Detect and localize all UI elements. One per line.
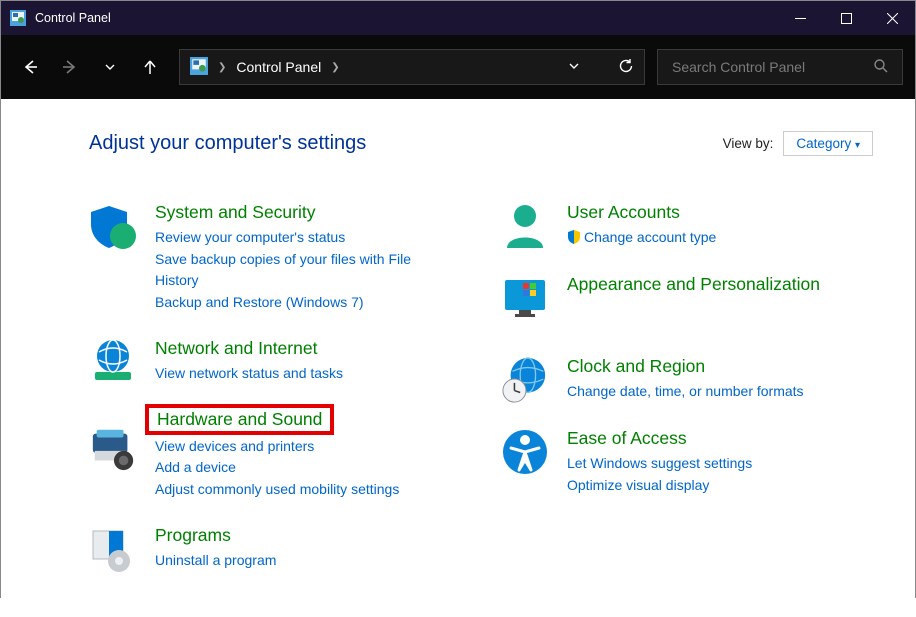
shield-icon: [89, 202, 137, 250]
monitor-icon: [501, 274, 549, 322]
uac-shield-icon: [567, 229, 581, 243]
forward-button[interactable]: [53, 50, 87, 84]
minimize-button[interactable]: [777, 1, 823, 35]
view-by-label: View by:: [723, 136, 774, 151]
programs-icon: [89, 525, 137, 573]
link-uninstall[interactable]: Uninstall a program: [155, 550, 449, 572]
control-panel-icon: [9, 9, 27, 27]
category-title[interactable]: System and Security: [155, 202, 449, 223]
category-hardware: Hardware and Sound View devices and prin…: [89, 404, 449, 501]
link-backup-restore[interactable]: Backup and Restore (Windows 7): [155, 292, 449, 314]
accessibility-icon: [501, 428, 549, 476]
refresh-button[interactable]: [618, 58, 634, 77]
category-network: Network and Internet View network status…: [89, 338, 449, 386]
category-user-accounts: User Accounts Change account type: [501, 202, 861, 250]
link-add-device[interactable]: Add a device: [155, 457, 449, 479]
address-dropdown-icon[interactable]: [568, 59, 580, 75]
link-file-history[interactable]: Save backup copies of your files with Fi…: [155, 249, 449, 292]
highlighted-box: Hardware and Sound: [145, 404, 334, 435]
link-view-devices[interactable]: View devices and printers: [155, 436, 449, 458]
content-area: Adjust your computer's settings View by:…: [1, 99, 915, 617]
category-title[interactable]: Network and Internet: [155, 338, 449, 359]
link-suggest-settings[interactable]: Let Windows suggest settings: [567, 453, 861, 475]
view-by-select[interactable]: Category ▾: [783, 131, 873, 156]
categories-right-column: User Accounts Change account type Appear…: [501, 202, 861, 597]
page-title: Adjust your computer's settings: [89, 132, 366, 155]
category-clock-region: Clock and Region Change date, time, or n…: [501, 356, 861, 404]
category-title[interactable]: Hardware and Sound: [157, 409, 322, 430]
category-programs: Programs Uninstall a program: [89, 525, 449, 573]
category-title[interactable]: Programs: [155, 525, 449, 546]
categories: System and Security Review your computer…: [89, 202, 891, 597]
link-review-status[interactable]: Review your computer's status: [155, 227, 449, 249]
chevron-right-icon[interactable]: ❯: [331, 62, 339, 73]
up-button[interactable]: [133, 50, 167, 84]
address-bar[interactable]: ❯ Control Panel ❯: [179, 49, 645, 85]
categories-left-column: System and Security Review your computer…: [89, 202, 449, 597]
category-system-security: System and Security Review your computer…: [89, 202, 449, 314]
chevron-right-icon[interactable]: ❯: [218, 62, 226, 73]
link-network-status[interactable]: View network status and tasks: [155, 363, 449, 385]
close-button[interactable]: [869, 1, 915, 35]
category-title[interactable]: Clock and Region: [567, 356, 861, 377]
search-placeholder: Search Control Panel: [672, 59, 805, 75]
link-optimize-display[interactable]: Optimize visual display: [567, 475, 861, 497]
globe-icon: [89, 338, 137, 386]
content-header: Adjust your computer's settings View by:…: [89, 131, 891, 156]
clock-globe-icon: [501, 356, 549, 404]
back-button[interactable]: [13, 50, 47, 84]
navbar: ❯ Control Panel ❯ Search Control Panel: [1, 35, 915, 99]
search-icon: [874, 59, 888, 76]
category-ease-of-access: Ease of Access Let Windows suggest setti…: [501, 428, 861, 496]
link-mobility-settings[interactable]: Adjust commonly used mobility settings: [155, 479, 449, 501]
view-by: View by: Category ▾: [723, 131, 873, 156]
breadcrumb-item[interactable]: Control Panel: [236, 59, 321, 75]
link-change-date-time[interactable]: Change date, time, or number formats: [567, 381, 861, 403]
titlebar: Control Panel: [1, 1, 915, 35]
user-icon: [501, 202, 549, 250]
window-controls: [777, 1, 915, 35]
window-title: Control Panel: [35, 11, 777, 25]
control-panel-icon: [190, 57, 208, 78]
category-title[interactable]: Appearance and Personalization: [567, 274, 861, 295]
category-title[interactable]: User Accounts: [567, 202, 861, 223]
link-change-account-type[interactable]: Change account type: [567, 227, 861, 249]
category-appearance: Appearance and Personalization: [501, 274, 861, 322]
maximize-button[interactable]: [823, 1, 869, 35]
printer-icon: [89, 424, 137, 472]
search-input[interactable]: Search Control Panel: [657, 49, 903, 85]
category-title[interactable]: Ease of Access: [567, 428, 861, 449]
recent-dropdown[interactable]: [93, 50, 127, 84]
